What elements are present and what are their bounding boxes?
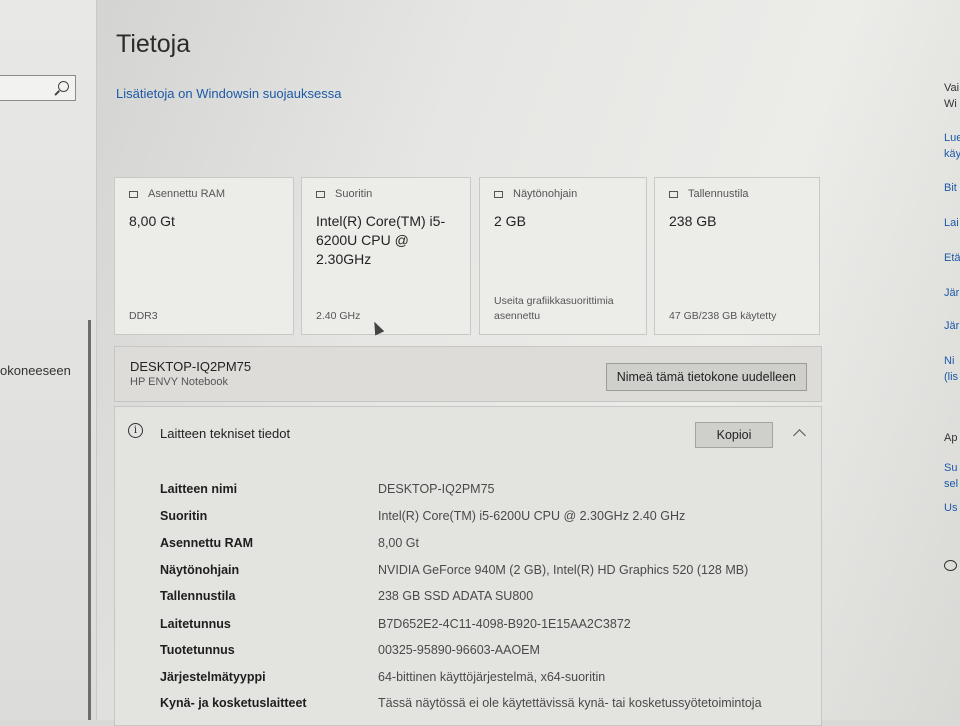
card-footer: Useita grafiikkasuorittimia asennettu [494,295,614,322]
spec-label: Asennettu RAM [160,536,254,550]
storage-icon [669,190,678,198]
spec-label: Laitetunnus [160,617,231,631]
spec-label: Järjestelmätyyppi [160,670,266,684]
related-text: Wi [944,98,957,110]
card-footer: 47 GB/238 GB käytetty [669,310,777,322]
card-header: Näytönohjain [513,188,578,200]
nav-item-partial[interactable]: okoneeseen [0,363,71,378]
device-model: HP ENVY Notebook [130,376,229,388]
related-link[interactable]: Lue [944,132,960,144]
page-title: Tietoja [116,30,191,58]
related-link[interactable]: Jär [944,287,959,299]
card-processor: Suoritin Intel(R) Core(TM) i5-6200U CPU … [301,177,471,335]
card-header: Tallennustila [688,188,749,200]
spec-label: Tuotetunnus [160,643,235,657]
security-link[interactable]: Lisätietoja on Windowsin suojauksessa [116,86,341,101]
specs-title: Laitteen tekniset tiedot [160,426,291,441]
related-link[interactable]: Jär [944,320,959,332]
ram-icon [129,190,138,198]
navigation-pane: okoneeseen [0,0,97,720]
related-settings-strip: Vai Wi Lue käy Bit Lai Etä Jär Jär Ni (l… [944,0,960,720]
device-name: DESKTOP-IQ2PM75 [130,359,252,374]
processor-icon [316,190,325,198]
spec-value: DESKTOP-IQ2PM75 [378,482,495,496]
related-link[interactable]: Bit [944,182,957,194]
related-link[interactable]: Su [944,462,957,474]
card-value: Intel(R) Core(TM) i5-6200U CPU @ 2.30GHz [316,213,446,267]
scrollbar[interactable] [88,320,91,720]
copy-button[interactable]: Kopioi [695,422,773,448]
spec-value: 238 GB SSD ADATA SU800 [378,589,534,603]
related-link[interactable]: Etä [944,252,960,264]
spec-value: Intel(R) Core(TM) i5-6200U CPU @ 2.30GHz… [378,509,686,523]
related-link[interactable]: käy [944,148,960,160]
card-value: 2 GB [494,213,526,229]
search-input[interactable] [0,75,76,101]
spec-value: NVIDIA GeForce 940M (2 GB), Intel(R) HD … [378,563,749,577]
info-icon: i [128,423,143,438]
related-link[interactable]: Us [944,502,957,514]
feedback-icon[interactable] [944,560,957,571]
card-header: Asennettu RAM [148,188,226,200]
card-ram: Asennettu RAM 8,00 Gt DDR3 [114,177,294,335]
card-value: 8,00 Gt [129,213,175,229]
spec-value: 00325-95890-96603-AAOEM [378,643,540,657]
card-display-adapter: Näytönohjain 2 GB Useita grafiikkasuorit… [479,177,647,335]
device-specifications: i Laitteen tekniset tiedot Kopioi Laitte… [114,406,822,726]
related-link[interactable]: (lis [944,371,958,383]
related-link[interactable]: sel [944,478,958,490]
device-panel: DESKTOP-IQ2PM75 HP ENVY Notebook Nimeä t… [114,346,822,402]
related-heading: Ap [944,432,958,444]
search-icon[interactable] [58,81,69,92]
related-text: Vai [944,82,960,94]
related-link[interactable]: Ni [944,355,954,367]
card-footer: 2.40 GHz [316,310,361,322]
spec-value: Tässä näytössä ei ole käytettävissä kynä… [378,696,762,710]
card-storage: Tallennustila 238 GB 47 GB/238 GB käytet… [654,177,820,335]
spec-label: Laitteen nimi [160,482,238,496]
card-header: Suoritin [335,188,373,200]
display-adapter-icon [494,190,503,198]
rename-pc-button[interactable]: Nimeä tämä tietokone uudelleen [605,363,807,391]
spec-label: Tallennustila [160,589,236,603]
about-page: okoneeseen Tietoja Lisätietoja on Window… [0,0,960,726]
spec-label: Näytönohjain [160,563,240,577]
chevron-up-icon[interactable] [793,429,806,442]
spec-value: 8,00 Gt [378,536,419,550]
card-footer: DDR3 [129,310,158,322]
spec-value: 64-bittinen käyttöjärjestelmä, x64-suori… [378,670,606,684]
related-link[interactable]: Lai [944,217,959,229]
card-value: 238 GB [669,213,717,229]
spec-label: Suoritin [160,509,208,523]
spec-value: B7D652E2-4C11-4098-B920-1E15AA2C3872 [378,617,631,631]
spec-label: Kynä- ja kosketuslaitteet [160,696,307,710]
